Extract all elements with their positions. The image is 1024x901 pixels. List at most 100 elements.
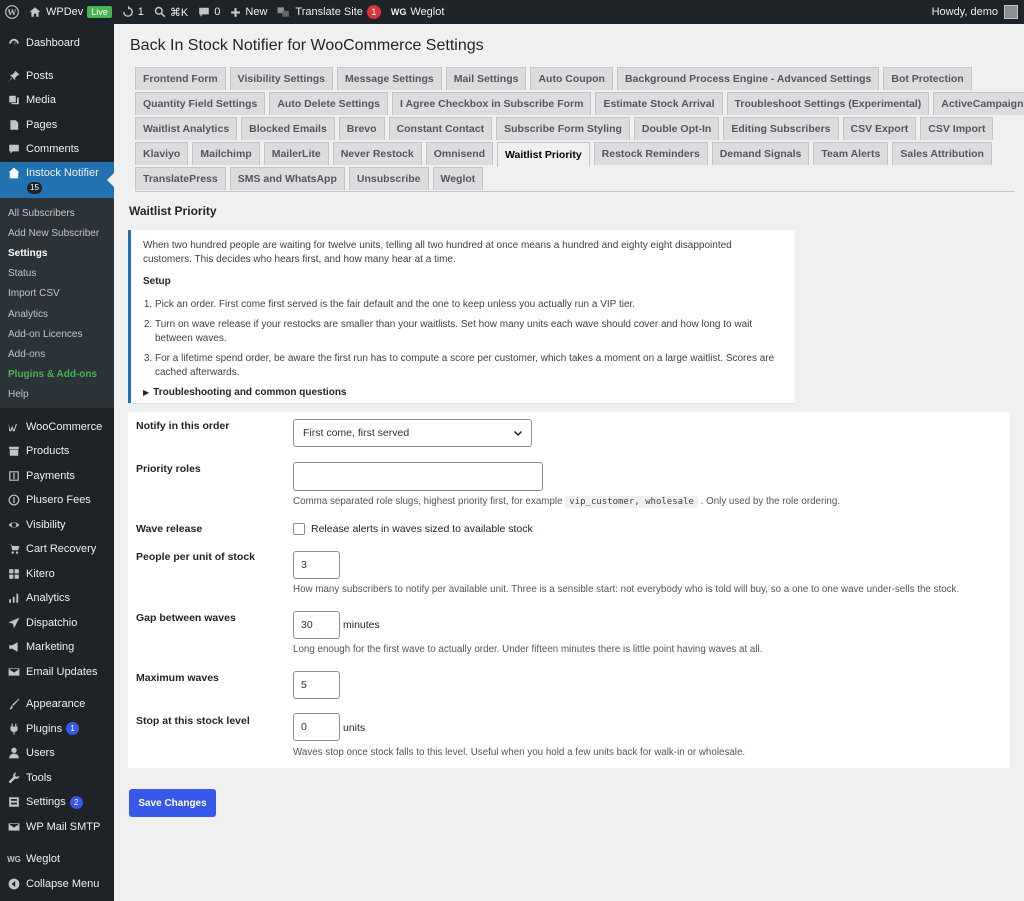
- tab-estimate-stock-arrival[interactable]: Estimate Stock Arrival: [595, 92, 723, 115]
- comments-link[interactable]: 0: [193, 0, 225, 24]
- tab-restock-reminders[interactable]: Restock Reminders: [593, 142, 708, 165]
- menu-weglot[interactable]: WG Weglot: [0, 847, 114, 872]
- tab-klaviyo[interactable]: Klaviyo: [135, 142, 189, 165]
- tab-subscribe-form-styling[interactable]: Subscribe Form Styling: [496, 117, 630, 140]
- page-icon: [8, 119, 20, 131]
- tab-waitlist-analytics[interactable]: Waitlist Analytics: [135, 117, 238, 140]
- site-name-link[interactable]: WPDev Live: [24, 0, 117, 24]
- dashboard-icon: [8, 37, 20, 49]
- updates-link[interactable]: 1: [117, 0, 149, 24]
- new-content-link[interactable]: New: [225, 0, 272, 24]
- submenu-plugins-addons[interactable]: Plugins & Add-ons: [0, 364, 114, 384]
- menu-dispatchio[interactable]: Dispatchio: [0, 610, 114, 635]
- submenu-analytics[interactable]: Analytics: [0, 304, 114, 324]
- tab-never-restock[interactable]: Never Restock: [332, 142, 422, 165]
- menu-cart-recovery[interactable]: Cart Recovery: [0, 537, 114, 562]
- menu-tools[interactable]: Tools: [0, 765, 114, 790]
- tab-double-opt-in[interactable]: Double Opt-In: [633, 117, 720, 140]
- menu-analytics[interactable]: Analytics: [0, 586, 114, 611]
- my-account-link[interactable]: Howdy, demo: [927, 0, 1024, 24]
- menu-label: Settings: [26, 796, 66, 809]
- menu-kitero[interactable]: Kitero: [0, 561, 114, 586]
- brush-icon: [8, 698, 20, 710]
- dollar-icon: [8, 470, 20, 482]
- weglot-link[interactable]: WG Weglot: [386, 0, 450, 24]
- submenu-addon-licences[interactable]: Add-on Licences: [0, 324, 114, 344]
- menu-wp-mail-smtp[interactable]: WP Mail SMTP: [0, 814, 114, 839]
- submenu-add-new-subscriber[interactable]: Add New Subscriber: [0, 224, 114, 244]
- tab-mailchimp[interactable]: Mailchimp: [192, 142, 260, 165]
- menu-woocommerce[interactable]: WooCommerce: [0, 414, 114, 439]
- tab-message-settings[interactable]: Message Settings: [337, 67, 442, 90]
- submenu-all-subscribers[interactable]: All Subscribers: [0, 204, 114, 224]
- menu-plusero-fees[interactable]: Plusero Fees: [0, 488, 114, 513]
- tab-auto-delete-settings[interactable]: Auto Delete Settings: [269, 92, 389, 115]
- tab-activecampaign[interactable]: ActiveCampaign: [933, 92, 1024, 115]
- submenu-addons[interactable]: Add-ons: [0, 344, 114, 364]
- submenu-help[interactable]: Help: [0, 384, 114, 404]
- maximum-waves-input[interactable]: 5: [293, 671, 340, 699]
- menu-pages[interactable]: Pages: [0, 113, 114, 138]
- tab-visibility-settings[interactable]: Visibility Settings: [229, 67, 333, 90]
- menu-email-updates[interactable]: Email Updates: [0, 659, 114, 684]
- menu-media[interactable]: Media: [0, 88, 114, 113]
- troubleshooting-toggle[interactable]: ▶ Troubleshooting and common questions: [143, 386, 783, 400]
- tab-blocked-emails[interactable]: Blocked Emails: [241, 117, 335, 140]
- menu-users[interactable]: Users: [0, 741, 114, 766]
- tab-bot-protection[interactable]: Bot Protection: [883, 67, 972, 90]
- menu-products[interactable]: Products: [0, 439, 114, 464]
- menu-appearance[interactable]: Appearance: [0, 692, 114, 717]
- people-per-unit-input[interactable]: 3: [293, 551, 340, 579]
- menu-dashboard[interactable]: Dashboard: [0, 31, 114, 56]
- tab-csv-export[interactable]: CSV Export: [842, 117, 917, 140]
- tab-editing-subscribers[interactable]: Editing Subscribers: [723, 117, 839, 140]
- tab-auto-coupon[interactable]: Auto Coupon: [530, 67, 613, 90]
- stop-stock-level-input[interactable]: 0: [293, 713, 340, 741]
- wave-release-checkbox[interactable]: [293, 523, 305, 535]
- tab-omnisend[interactable]: Omnisend: [425, 142, 494, 165]
- gap-between-waves-input[interactable]: 30: [293, 611, 340, 639]
- translate-site-link[interactable]: Translate Site 1: [272, 0, 385, 24]
- tab-mail-settings[interactable]: Mail Settings: [445, 67, 527, 90]
- notify-order-select[interactable]: First come, first served: [293, 419, 532, 447]
- menu-posts[interactable]: Posts: [0, 64, 114, 89]
- menu-settings[interactable]: Settings 2: [0, 790, 114, 815]
- wordpress-logo-icon[interactable]: W: [0, 0, 24, 24]
- submenu-settings[interactable]: Settings: [0, 244, 114, 264]
- wave-release-checkbox-label[interactable]: Release alerts in waves sized to availab…: [311, 523, 533, 535]
- menu-comments[interactable]: Comments: [0, 137, 114, 162]
- tab-translatepress[interactable]: TranslatePress: [135, 167, 226, 190]
- tab-troubleshoot-settings[interactable]: Troubleshoot Settings (Experimental): [726, 92, 930, 115]
- tab-csv-import[interactable]: CSV Import: [920, 117, 994, 140]
- menu-label: Email Updates: [26, 665, 98, 678]
- tab-unsubscribe[interactable]: Unsubscribe: [348, 167, 429, 190]
- menu-instock-notifier[interactable]: Instock Notifier 15: [0, 161, 114, 198]
- priority-roles-input[interactable]: [293, 462, 543, 491]
- tab-brevo[interactable]: Brevo: [338, 117, 385, 140]
- save-changes-button[interactable]: Save Changes: [129, 789, 216, 817]
- tab-sms-whatsapp[interactable]: SMS and WhatsApp: [229, 167, 345, 190]
- tab-sales-attribution[interactable]: Sales Attribution: [892, 142, 992, 165]
- submenu-status[interactable]: Status: [0, 264, 114, 284]
- submenu-import-csv[interactable]: Import CSV: [0, 284, 114, 304]
- new-label: New: [245, 6, 268, 18]
- priority-roles-description: Comma separated role slugs, highest prio…: [293, 496, 840, 508]
- menu-visibility[interactable]: Visibility: [0, 512, 114, 537]
- tab-background-process-engine[interactable]: Background Process Engine - Advanced Set…: [616, 67, 880, 90]
- menu-marketing[interactable]: Marketing: [0, 635, 114, 660]
- command-palette-link[interactable]: ⌘K: [149, 0, 193, 24]
- tab-weglot[interactable]: Weglot: [432, 167, 484, 190]
- tab-constant-contact[interactable]: Constant Contact: [388, 117, 493, 140]
- menu-plugins[interactable]: Plugins 1: [0, 716, 114, 741]
- tab-team-alerts[interactable]: Team Alerts: [813, 142, 889, 165]
- menu-collapse[interactable]: Collapse Menu: [0, 871, 114, 896]
- tab-waitlist-priority[interactable]: Waitlist Priority: [497, 142, 590, 167]
- tab-frontend-form[interactable]: Frontend Form: [135, 67, 226, 90]
- menu-payments[interactable]: Payments: [0, 463, 114, 488]
- tab-demand-signals[interactable]: Demand Signals: [711, 142, 810, 165]
- role-slug-example: vip_customer, wholesale: [565, 496, 698, 508]
- tab-quantity-field-settings[interactable]: Quantity Field Settings: [135, 92, 266, 115]
- menu-label: Kitero: [26, 567, 55, 580]
- tab-i-agree-checkbox[interactable]: I Agree Checkbox in Subscribe Form: [392, 92, 592, 115]
- tab-mailerlite[interactable]: MailerLite: [263, 142, 329, 165]
